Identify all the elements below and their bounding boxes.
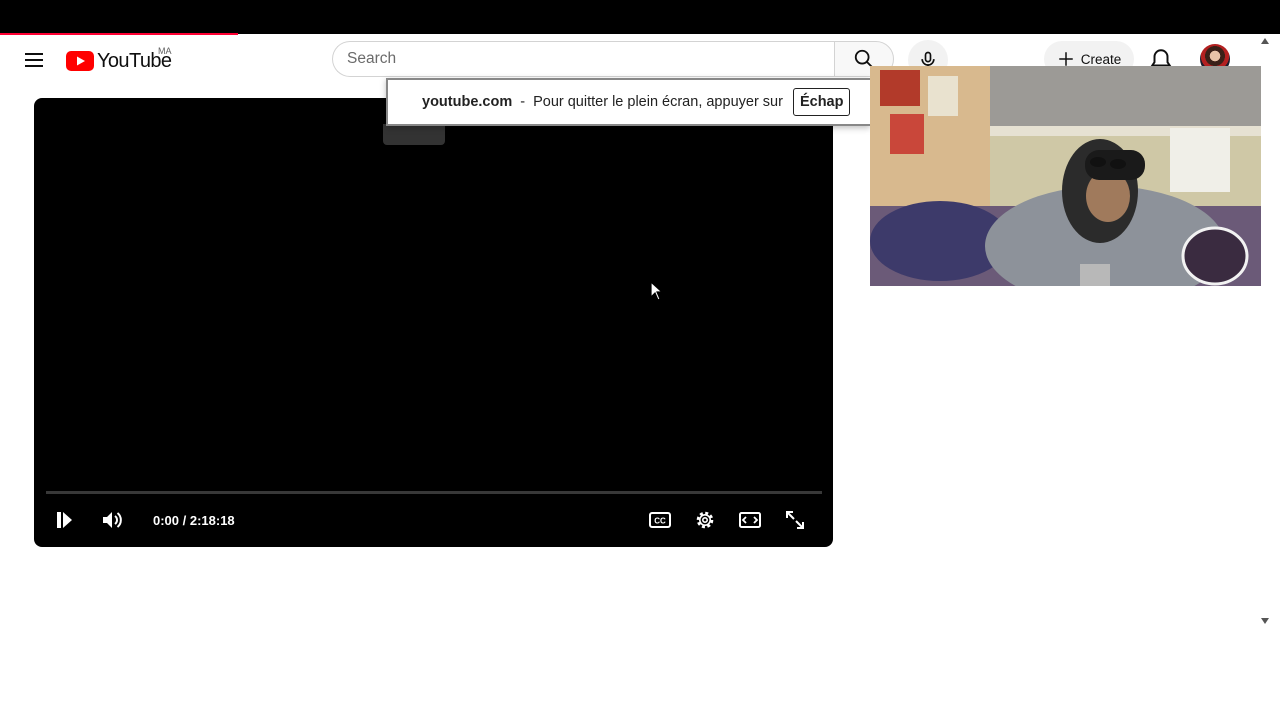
video-progress-bar[interactable] [46,491,822,494]
country-code: MA [158,46,172,56]
create-label: Create [1080,51,1122,67]
scroll-up-arrow[interactable] [1260,37,1270,45]
page-load-progress [0,33,239,35]
cursor-icon [650,281,664,301]
player-overlay-buttons[interactable] [383,124,445,145]
youtube-logo-icon [66,51,94,71]
youtube-logo[interactable]: YouTube [66,49,172,73]
svg-text:CC: CC [654,517,666,526]
notice-separator: - [520,94,526,110]
fullscreen-icon[interactable] [783,508,807,532]
scroll-down-arrow[interactable] [1260,617,1270,625]
search-input[interactable] [332,41,834,77]
escape-key-badge: Échap [792,88,851,116]
video-player[interactable]: 0:00 / 2:18:18 CC [34,98,833,547]
captions-icon[interactable]: CC [648,508,672,532]
fullscreen-exit-notice: youtube.com - Pour quitter le plein écra… [386,78,870,126]
webcam-overlay [870,66,1261,286]
theater-icon[interactable] [738,508,762,532]
browser-top-bar [0,0,1280,34]
notice-message: Pour quitter le plein écran, appuyer sur [533,94,783,110]
pause-icon[interactable] [52,508,76,532]
time-display: 0:00 / 2:18:18 [153,513,235,528]
settings-icon[interactable] [693,508,717,532]
menu-icon[interactable] [22,48,46,72]
search-box [332,41,894,79]
webcam-image [870,66,1261,286]
notice-domain: youtube.com [422,94,513,110]
volume-icon[interactable] [100,508,124,532]
